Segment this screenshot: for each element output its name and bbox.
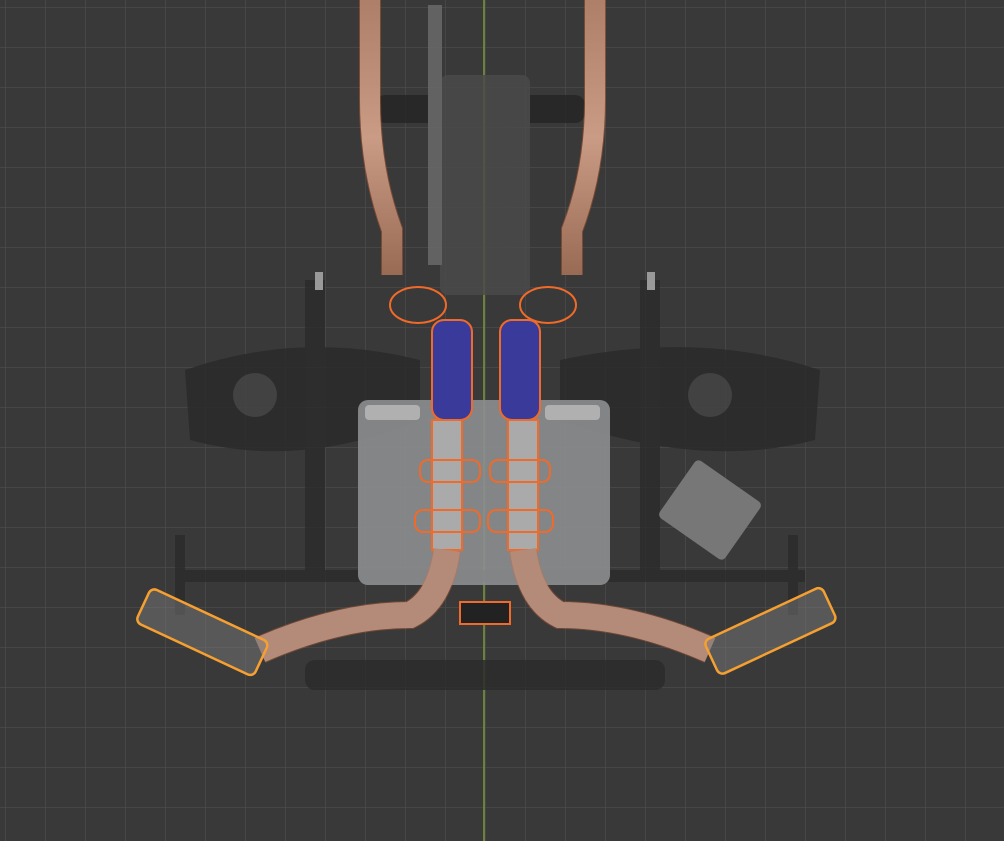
fuel-tank[interactable] [358,400,610,585]
viewport-canvas[interactable] [0,0,1004,841]
3d-viewport[interactable] [0,0,1004,841]
